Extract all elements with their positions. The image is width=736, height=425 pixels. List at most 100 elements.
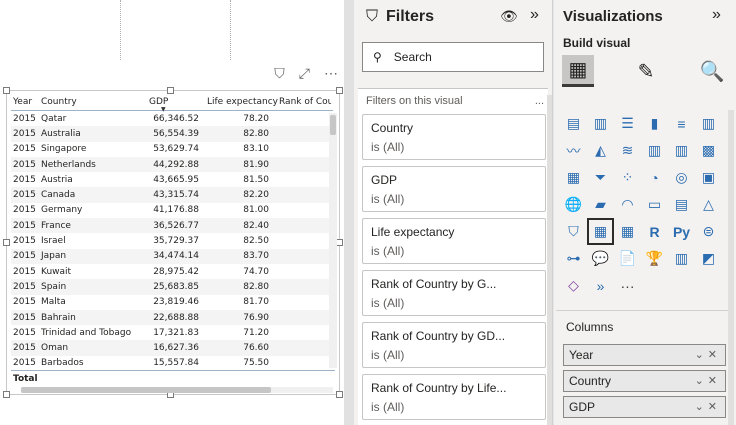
line-and-column-icon[interactable]: ▥ [641, 137, 668, 164]
matrix-icon[interactable]: ▦ [614, 218, 641, 245]
power-apps-icon[interactable]: ◇ [560, 272, 587, 299]
section-more-icon[interactable]: ... [535, 95, 544, 107]
qna-icon[interactable]: 💬 [587, 245, 614, 272]
stacked-area-chart-icon[interactable]: ≋ [614, 137, 641, 164]
vertical-scrollbar[interactable] [329, 113, 337, 368]
filter-card[interactable]: Rank of Country by G... is (All) [362, 270, 546, 316]
clustered-column-chart-icon[interactable]: ▮ [641, 110, 668, 137]
table-row[interactable]: 2015 Oman 16,627.36 76.60 [11, 340, 333, 356]
horizontal-scrollbar[interactable] [21, 387, 333, 393]
area-chart-icon[interactable]: ◭ [587, 137, 614, 164]
treemap-icon[interactable]: ▣ [695, 164, 722, 191]
resize-handle[interactable] [3, 87, 10, 94]
table-row[interactable]: 2015 France 36,526.77 82.40 [11, 218, 333, 234]
100-stacked-column-icon[interactable]: ▥ [695, 110, 722, 137]
table-cell-country: Oman [41, 343, 69, 354]
donut-chart-icon[interactable]: ◎ [668, 164, 695, 191]
filter-card[interactable]: GDP is (All) [362, 166, 546, 212]
column-header-gdp[interactable]: GDP [145, 97, 199, 107]
scrollbar-thumb[interactable] [330, 115, 336, 135]
column-header-life-expectancy[interactable]: Life expectancy [199, 97, 278, 107]
ribbon-chart-icon[interactable]: ▩ [695, 137, 722, 164]
column-well-year[interactable]: Year ⌄✕ [563, 344, 726, 366]
python-visual-icon[interactable]: Py [668, 218, 695, 245]
eye-icon[interactable]: 👁 [500, 8, 518, 25]
table-cell-life: 82.80 [243, 281, 269, 292]
power-automate-icon[interactable]: » [587, 272, 614, 299]
scrollbar-thumb[interactable] [21, 387, 271, 393]
table-row[interactable]: 2015 Qatar 66,346.52 78.20 [11, 111, 333, 126]
decomposition-tree-icon[interactable]: ⊶ [560, 245, 587, 272]
table-row[interactable]: 2015 Kuwait 28,975.42 74.70 [11, 264, 333, 279]
table-visual[interactable]: Year Country GDP Life expectancy Rank of… [3, 87, 343, 398]
format-visual-icon[interactable]: ✎ [630, 55, 662, 87]
analytics-icon[interactable]: 🔍 [696, 55, 728, 87]
filter-icon[interactable]: ⛉ [274, 66, 285, 80]
table-row[interactable]: 2015 Australia 56,554.39 82.80 [11, 126, 333, 142]
resize-handle[interactable] [336, 87, 343, 94]
multi-row-card-icon[interactable]: ▤ [668, 191, 695, 218]
stacked-bar-chart-icon[interactable]: ▤ [560, 110, 587, 137]
funnel-chart-icon[interactable]: ⏷ [587, 164, 614, 191]
collapse-chevron-icon[interactable]: » [712, 6, 721, 24]
resize-handle[interactable] [336, 391, 343, 398]
scatter-chart-icon[interactable]: ⁘ [614, 164, 641, 191]
map-icon[interactable]: 🌐 [560, 191, 587, 218]
slicer-icon[interactable]: ⛉ [560, 218, 587, 245]
key-influencers-icon[interactable]: ⊜ [695, 218, 722, 245]
table-row[interactable]: 2015 Trinidad and Tobago 17,321.83 71.20 [11, 325, 333, 340]
filter-card[interactable]: Life expectancy is (All) [362, 218, 546, 264]
collapse-chevron-icon[interactable]: » [530, 6, 539, 24]
column-header-year[interactable]: Year [11, 97, 41, 107]
100-stacked-bar-icon[interactable]: ≡ [668, 110, 695, 137]
filled-map-icon[interactable]: ▰ [587, 191, 614, 218]
table-row[interactable]: 2015 Canada 43,315.74 82.20 [11, 187, 333, 203]
filters-scrollbar[interactable] [547, 95, 552, 425]
column-header-rank[interactable]: Rank of Count [269, 97, 331, 107]
table-row[interactable]: 2015 Austria 43,665.95 81.50 [11, 172, 333, 187]
get-more-visuals-icon[interactable]: ··· [614, 272, 641, 299]
resize-handle[interactable] [3, 391, 10, 398]
filters-search-input[interactable]: ⚲ Search [362, 42, 544, 72]
table-row[interactable]: 2015 Bahrain 22,688.88 76.90 [11, 309, 333, 326]
r-script-visual-icon[interactable]: R [641, 218, 668, 245]
gauge-icon[interactable]: ◠ [614, 191, 641, 218]
paginated-report-icon[interactable]: ▥ [668, 245, 695, 272]
focus-mode-icon[interactable]: ⤢ [299, 66, 310, 80]
card-icon[interactable]: ▭ [641, 191, 668, 218]
table-row[interactable]: 2015 Japan 34,474.14 83.70 [11, 248, 333, 264]
resize-handle[interactable] [336, 239, 343, 246]
table-row[interactable]: 2015 Singapore 53,629.74 83.10 [11, 142, 333, 157]
chevron-down-and-close-icon[interactable]: ⌄✕ [695, 374, 721, 387]
column-well-country[interactable]: Country ⌄✕ [563, 370, 726, 392]
filter-card[interactable]: Country is (All) [362, 114, 546, 160]
table-row[interactable]: 2015 Israel 35,729.37 82.50 [11, 233, 333, 248]
filter-card[interactable]: Rank of Country by GD... is (All) [362, 322, 546, 368]
table-row[interactable]: 2015 Barbados 15,557.84 75.50 [11, 356, 333, 371]
fields-well-icon[interactable]: ▦ [562, 55, 594, 87]
table-visual-icon[interactable]: ▦ [587, 218, 614, 245]
smart-narrative-icon[interactable]: 📄 [614, 245, 641, 272]
azure-map-icon[interactable]: ◩ [695, 245, 722, 272]
stacked-column-chart-icon[interactable]: ▥ [587, 110, 614, 137]
column-header-country[interactable]: Country [41, 97, 145, 107]
line-chart-icon[interactable]: 〰 [560, 137, 587, 164]
line-and-clustered-column-icon[interactable]: ▥ [668, 137, 695, 164]
table-row[interactable]: 2015 Spain 25,683.85 82.80 [11, 279, 333, 295]
pie-chart-icon[interactable]: ◔ [641, 164, 668, 191]
waterfall-chart-icon[interactable]: ▦ [560, 164, 587, 191]
more-options-icon[interactable]: ⋯ [324, 66, 338, 80]
kpi-icon[interactable]: △ [695, 191, 722, 218]
resize-handle[interactable] [3, 239, 10, 246]
table-row[interactable]: 2015 Germany 41,176.88 81.00 [11, 203, 333, 218]
chevron-down-and-close-icon[interactable]: ⌄✕ [695, 400, 721, 413]
visualizations-scrollbar[interactable] [728, 110, 734, 425]
metrics-icon[interactable]: 🏆 [641, 245, 668, 272]
column-well-gdp[interactable]: GDP ⌄✕ [563, 396, 726, 418]
table-cell-country: France [41, 220, 71, 231]
filter-card[interactable]: Rank of Country by Life... is (All) [362, 374, 546, 420]
table-row[interactable]: 2015 Malta 23,819.46 81.70 [11, 295, 333, 310]
table-row[interactable]: 2015 Netherlands 44,292.88 81.90 [11, 156, 333, 173]
chevron-down-and-close-icon[interactable]: ⌄✕ [695, 348, 721, 361]
clustered-bar-chart-icon[interactable]: ☰ [614, 110, 641, 137]
